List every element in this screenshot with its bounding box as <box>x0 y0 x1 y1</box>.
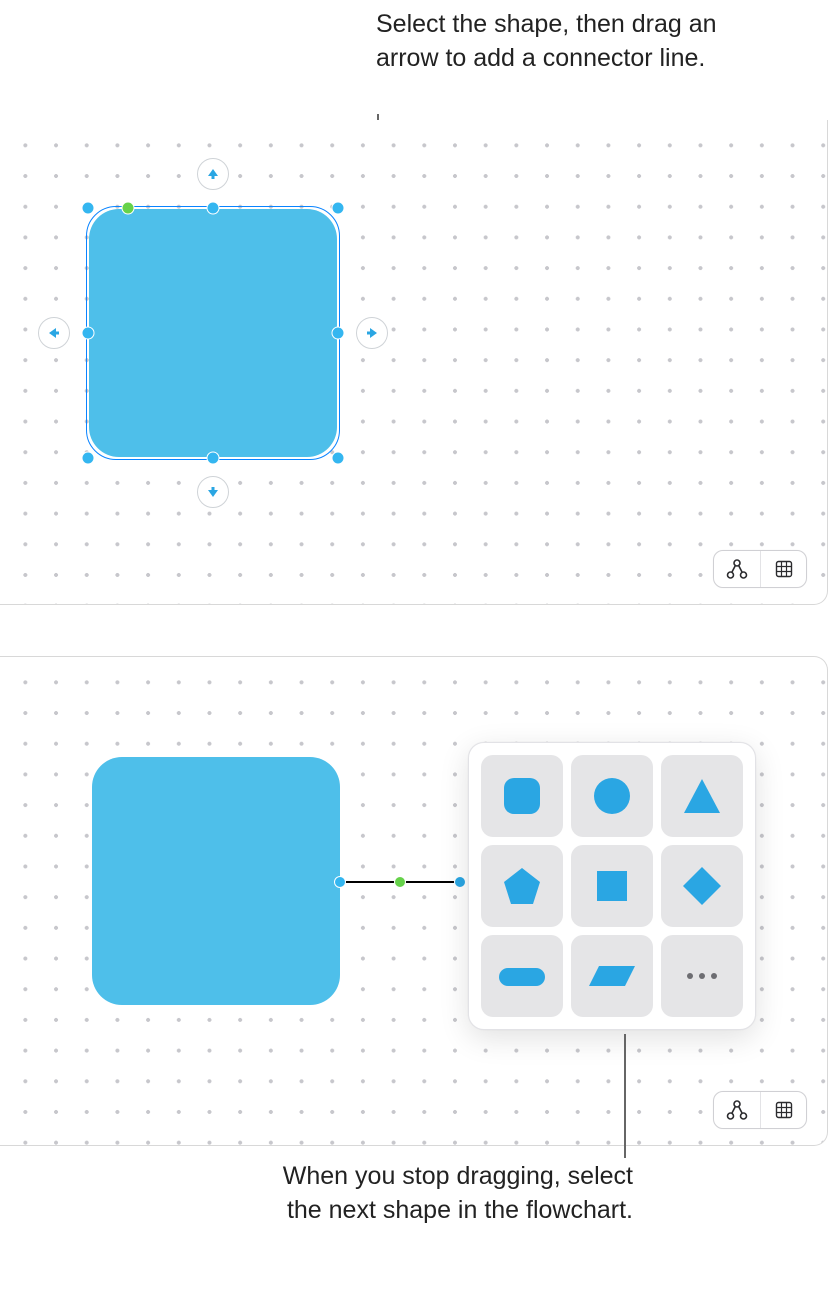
flowchart-shape-rounded-square[interactable] <box>89 209 337 457</box>
square-icon <box>590 864 634 908</box>
shape-option-more[interactable] <box>661 935 743 1017</box>
shape-option-circle[interactable] <box>571 755 653 837</box>
grid-icon <box>775 560 793 578</box>
shape-option-capsule[interactable] <box>481 935 563 1017</box>
arrow-right-icon <box>365 326 379 340</box>
resize-handle-n[interactable] <box>207 202 220 215</box>
canvas-bottom[interactable] <box>0 656 828 1146</box>
resize-handle-w[interactable] <box>82 327 95 340</box>
grid-toggle-button[interactable] <box>760 551 806 587</box>
shape-option-parallelogram[interactable] <box>571 935 653 1017</box>
pentagon-icon <box>500 864 544 908</box>
triangle-icon <box>680 774 724 818</box>
more-icon <box>687 973 717 979</box>
circle-icon <box>590 774 634 818</box>
callout-leader-bottom <box>624 1034 626 1158</box>
diagram-icon <box>726 1100 748 1120</box>
shape-option-square[interactable] <box>571 845 653 927</box>
diagram-mode-button[interactable] <box>714 551 760 587</box>
arrow-up-icon <box>206 167 220 181</box>
connector-endpoint-start[interactable] <box>334 876 346 888</box>
connector-endpoint-end[interactable] <box>454 876 466 888</box>
rotate-handle[interactable] <box>122 202 135 215</box>
canvas-toolbar <box>713 550 807 588</box>
resize-handle-se[interactable] <box>332 452 345 465</box>
connector-midpoint[interactable] <box>394 876 406 888</box>
resize-handle-ne[interactable] <box>332 202 345 215</box>
shape-option-triangle[interactable] <box>661 755 743 837</box>
diagram-mode-button[interactable] <box>714 1092 760 1128</box>
diagram-icon <box>726 559 748 579</box>
canvas-top[interactable] <box>0 120 828 605</box>
resize-handle-sw[interactable] <box>82 452 95 465</box>
callout-top: Select the shape, then drag an arrow to … <box>376 8 736 76</box>
shape-option-diamond[interactable] <box>661 845 743 927</box>
capsule-icon <box>495 954 549 998</box>
connector-arrow-left[interactable] <box>38 317 70 349</box>
parallelogram-icon <box>585 954 639 998</box>
connector-arrow-up[interactable] <box>197 158 229 190</box>
canvas-toolbar <box>713 1091 807 1129</box>
grid-icon <box>775 1101 793 1119</box>
shape-picker-popover <box>468 742 756 1030</box>
shape-option-rounded-square[interactable] <box>481 755 563 837</box>
shape-option-pentagon[interactable] <box>481 845 563 927</box>
grid-toggle-button[interactable] <box>760 1092 806 1128</box>
resize-handle-s[interactable] <box>207 452 220 465</box>
connector-arrow-down[interactable] <box>197 476 229 508</box>
connector-arrow-right[interactable] <box>356 317 388 349</box>
diamond-icon <box>680 864 724 908</box>
flowchart-shape-rounded-square[interactable] <box>92 757 340 1005</box>
resize-handle-e[interactable] <box>332 327 345 340</box>
resize-handle-nw[interactable] <box>82 202 95 215</box>
callout-bottom: When you stop dragging, select the next … <box>273 1160 633 1228</box>
rounded-square-icon <box>500 774 544 818</box>
arrow-down-icon <box>206 485 220 499</box>
arrow-left-icon <box>47 326 61 340</box>
